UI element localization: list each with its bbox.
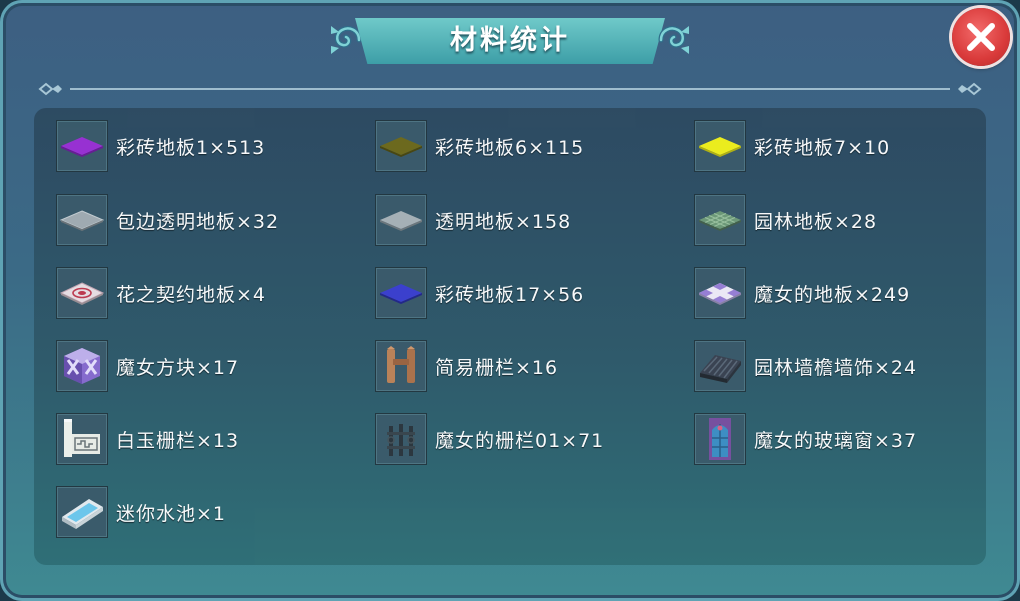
header-divider: [38, 82, 982, 96]
material-item[interactable]: 园林墙檐墙饰×24: [694, 340, 917, 392]
materials-list-panel: 彩砖地板1×513 彩砖地板6×115 彩砖地板7×10 包边透明地板×32 透…: [34, 108, 986, 565]
witch-glass-window-icon: [709, 418, 731, 460]
mini-pool-icon: [62, 499, 103, 529]
material-label: 园林地板×28: [754, 210, 878, 233]
material-item[interactable]: 彩砖地板1×513: [56, 120, 265, 172]
materials-dialog: 材料统计 彩砖地板1×513 彩砖地板6×115 彩砖地板7×10 包边透明地板…: [0, 0, 1020, 601]
material-item[interactable]: 简易栅栏×16: [375, 340, 558, 392]
material-item[interactable]: 魔女的玻璃窗×37: [694, 413, 917, 465]
material-item[interactable]: 魔女的地板×249: [694, 267, 910, 319]
swirl-ornament-icon: [658, 25, 689, 54]
material-item[interactable]: 魔女的栅栏01×71: [375, 413, 604, 465]
material-item[interactable]: 彩砖地板17×56: [375, 267, 584, 319]
close-icon: [967, 23, 995, 51]
transparent-floor-icon: [380, 211, 422, 231]
material-label: 彩砖地板7×10: [754, 136, 891, 159]
material-item[interactable]: 迷你水池×1: [56, 486, 226, 538]
material-label: 彩砖地板6×115: [435, 136, 585, 159]
white-jade-fence-icon: [64, 419, 100, 457]
material-label: 魔女的栅栏01×71: [435, 429, 605, 452]
divider-ornament-icon: [38, 82, 62, 96]
material-label: 魔女方块×17: [116, 356, 240, 379]
material-item[interactable]: 白玉栅栏×13: [56, 413, 239, 465]
material-label: 简易栅栏×16: [435, 356, 559, 379]
material-label: 彩砖地板1×513: [116, 136, 266, 159]
garden-floor-icon: [699, 211, 741, 231]
witch-fence-icon: [387, 424, 415, 456]
close-button[interactable]: [952, 8, 1010, 66]
material-label: 透明地板×158: [435, 210, 572, 233]
witch-block-icon: [64, 348, 100, 384]
yellow-floor-tile-icon: [699, 137, 741, 157]
material-item[interactable]: 园林地板×28: [694, 194, 877, 246]
material-label: 魔女的玻璃窗×37: [754, 429, 918, 452]
material-item[interactable]: 彩砖地板7×10: [694, 120, 890, 172]
material-label: 园林墙檐墙饰×24: [754, 356, 918, 379]
bordered-transparent-floor-icon: [59, 210, 105, 231]
garden-wall-eave-icon: [700, 355, 741, 383]
material-item[interactable]: 彩砖地板6×115: [375, 120, 584, 172]
material-item[interactable]: 透明地板×158: [375, 194, 571, 246]
material-label: 魔女的地板×249: [754, 283, 911, 306]
simple-fence-icon: [387, 346, 415, 383]
divider-ornament-icon: [958, 82, 982, 96]
blue-floor-tile-icon: [380, 284, 422, 304]
material-item[interactable]: 包边透明地板×32: [56, 194, 279, 246]
material-label: 彩砖地板17×56: [435, 283, 585, 306]
page-title: 材料统计: [450, 25, 570, 56]
olive-floor-tile-icon: [380, 137, 422, 157]
material-item[interactable]: 花之契约地板×4: [56, 267, 266, 319]
material-label: 花之契约地板×4: [116, 283, 267, 306]
material-item[interactable]: 魔女方块×17: [56, 340, 239, 392]
title-banner: 材料统计: [325, 12, 695, 70]
material-label: 白玉栅栏×13: [116, 429, 240, 452]
witch-floor-icon: [699, 283, 741, 305]
material-label: 迷你水池×1: [116, 502, 227, 525]
purple-floor-tile-icon: [61, 137, 103, 157]
flower-pact-floor-icon: [59, 282, 105, 305]
material-label: 包边透明地板×32: [116, 210, 280, 233]
